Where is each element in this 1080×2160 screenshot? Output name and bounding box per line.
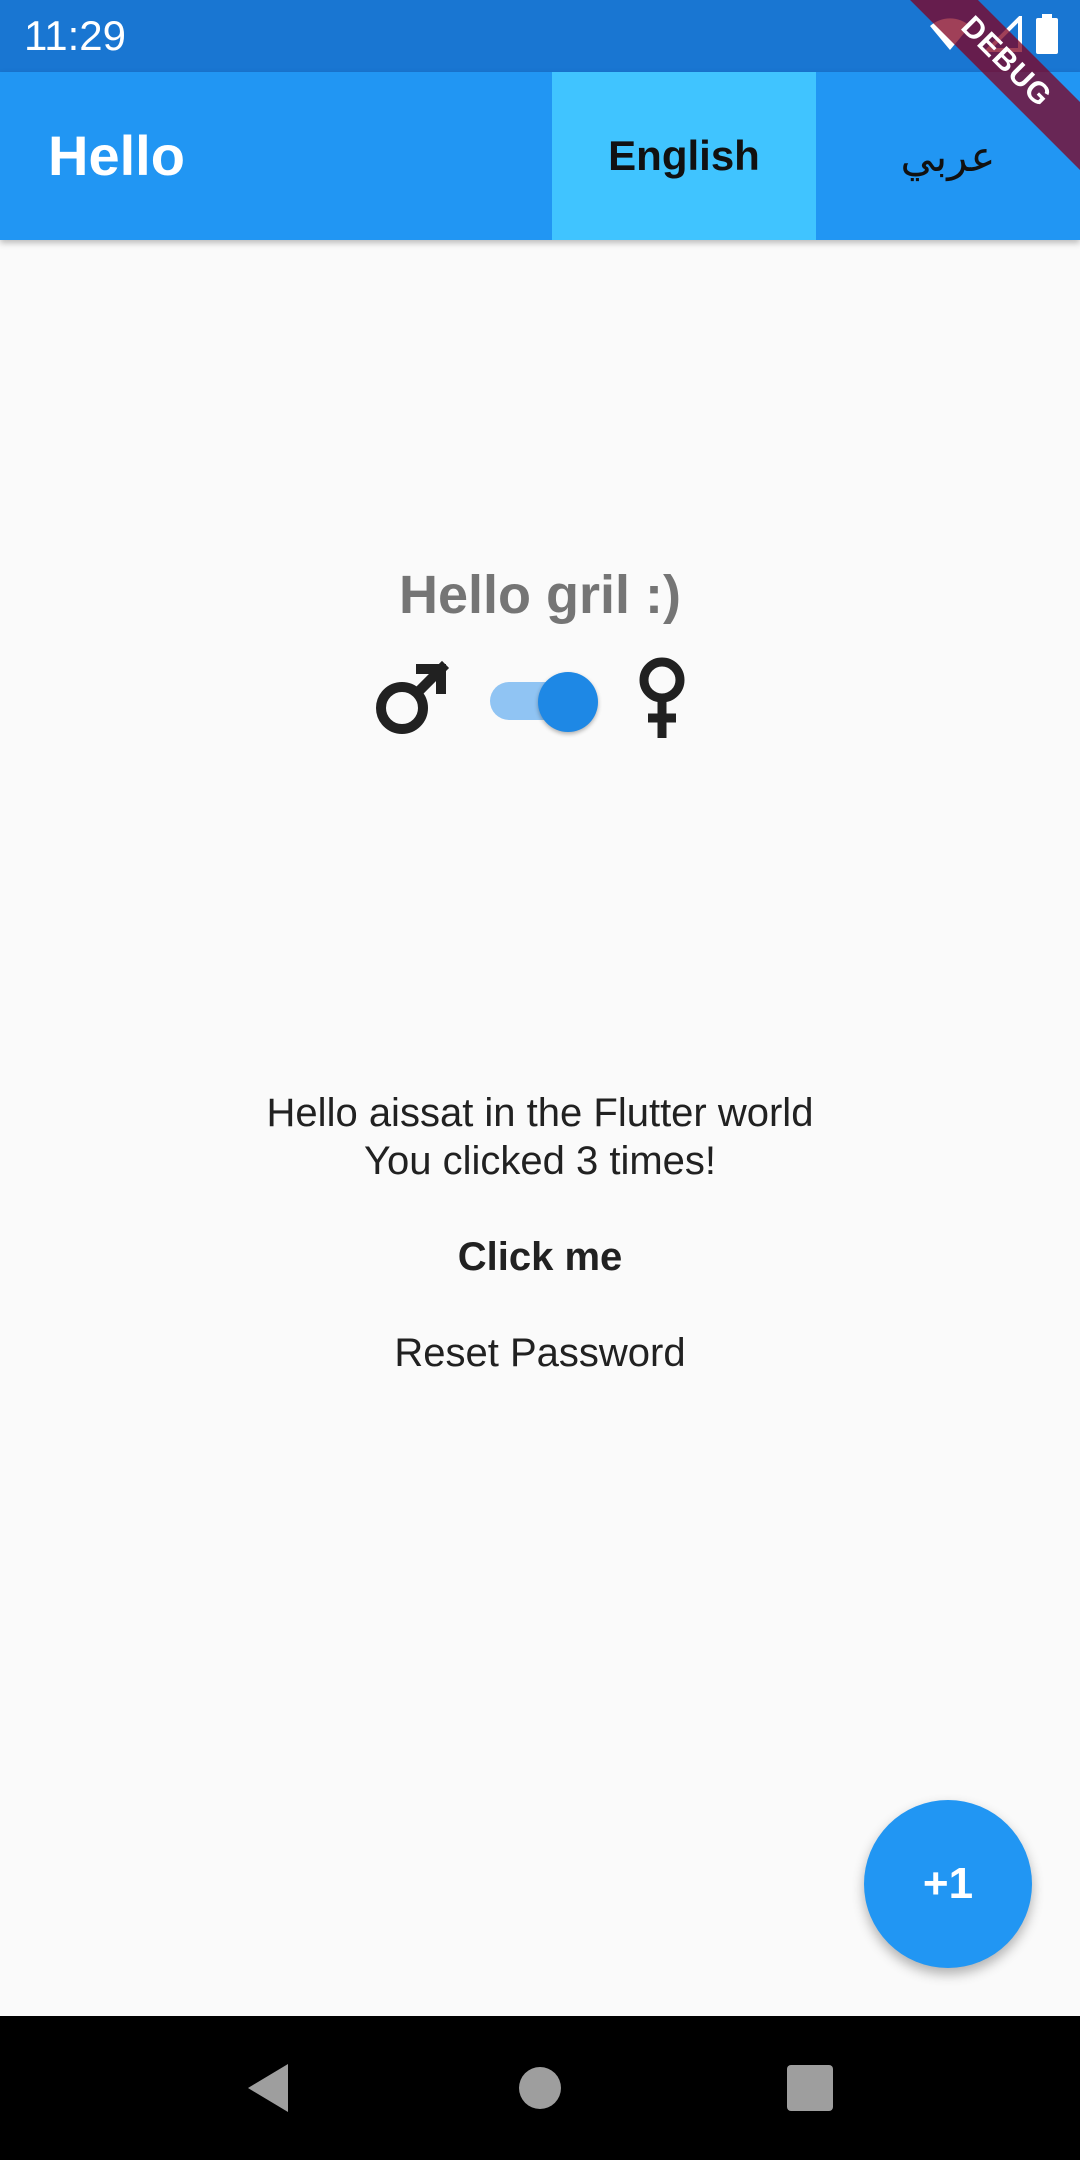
app-title: Hello — [48, 124, 185, 187]
greeting-text: Hello gril :) — [399, 565, 681, 625]
gender-switch-row — [0, 650, 1080, 750]
status-time: 11:29 — [24, 12, 126, 59]
navigation-bar — [0, 2016, 1080, 2160]
app-bar: Hello English عربي — [0, 72, 1080, 240]
status-bar: 11:29 — [0, 0, 1080, 72]
signal-icon — [983, 12, 1022, 57]
language-english-button[interactable]: English — [552, 72, 816, 240]
click-me-button[interactable]: Click me — [340, 1221, 740, 1293]
increment-fab[interactable]: +1 — [864, 1800, 1032, 1968]
home-icon[interactable] — [510, 2058, 570, 2118]
switch-thumb — [538, 672, 598, 732]
gender-toggle-switch[interactable] — [490, 672, 600, 732]
status-icons — [928, 12, 1058, 59]
welcome-text: Hello aissat in the Flutter world — [266, 1091, 814, 1135]
language-arabic-button[interactable]: عربي — [816, 72, 1080, 240]
female-icon — [632, 656, 692, 747]
battery-icon — [1036, 13, 1058, 59]
back-icon[interactable] — [238, 2058, 298, 2118]
recent-apps-icon[interactable] — [780, 2058, 840, 2118]
reset-password-button[interactable]: Reset Password — [340, 1317, 740, 1389]
male-icon — [372, 658, 452, 743]
click-count-text: You clicked 3 times! — [363, 1139, 717, 1183]
wifi-icon — [928, 16, 972, 57]
